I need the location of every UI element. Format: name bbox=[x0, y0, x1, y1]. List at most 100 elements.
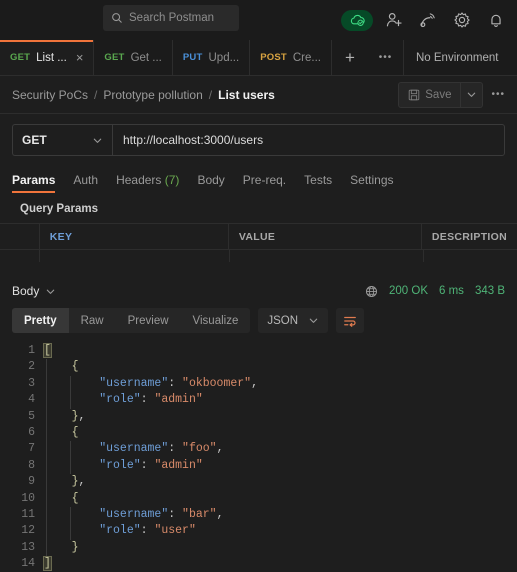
gear-icon[interactable] bbox=[449, 7, 475, 33]
save-button[interactable]: Save bbox=[398, 81, 462, 108]
code-token: , bbox=[251, 376, 258, 390]
line-number: 1 bbox=[28, 344, 35, 357]
row-description-cell[interactable] bbox=[424, 250, 517, 262]
breadcrumb-bar: Security PoCs / Prototype pollution / Li… bbox=[0, 76, 517, 114]
tab-settings[interactable]: Settings bbox=[350, 173, 393, 193]
wrap-text-button[interactable] bbox=[336, 308, 365, 333]
environment-selector[interactable]: No Environment bbox=[404, 40, 510, 75]
code-text: { bbox=[44, 359, 79, 376]
response-view-bar: Pretty Raw Preview Visualize JSON bbox=[0, 304, 517, 339]
select-all-cell[interactable] bbox=[0, 224, 40, 250]
column-header-value: VALUE bbox=[228, 224, 422, 250]
code-token: , bbox=[78, 475, 86, 489]
code-token: "role" bbox=[99, 458, 141, 472]
request-tab-2[interactable]: PUT Upd... bbox=[173, 40, 251, 75]
code-token: "admin" bbox=[154, 393, 203, 407]
code-line: 10 { bbox=[0, 490, 517, 507]
indent-guide bbox=[46, 457, 47, 475]
indent-guide bbox=[46, 392, 47, 409]
code-token: "bar" bbox=[182, 507, 217, 521]
search-input[interactable]: Search Postman bbox=[103, 5, 239, 31]
close-icon[interactable]: × bbox=[76, 50, 84, 65]
cloud-sync-status-icon[interactable] bbox=[341, 9, 373, 31]
request-tab-0[interactable]: GET List ... × bbox=[0, 40, 95, 75]
chevron-down-icon bbox=[468, 92, 476, 97]
code-token: , bbox=[78, 409, 86, 423]
tab-params[interactable]: Params bbox=[12, 173, 56, 193]
save-options-button[interactable] bbox=[461, 81, 484, 108]
indent-guide bbox=[70, 375, 71, 393]
row-value-cell[interactable] bbox=[230, 250, 424, 262]
tab-method-1: GET bbox=[104, 52, 125, 63]
code-text: "role": "admin" bbox=[44, 457, 203, 475]
response-format-selector[interactable]: JSON bbox=[258, 308, 329, 333]
request-tab-1[interactable]: GET Get ... bbox=[94, 40, 173, 75]
view-tab-pretty[interactable]: Pretty bbox=[12, 308, 69, 333]
indent-guide bbox=[46, 490, 47, 507]
code-line: 9 }, bbox=[0, 474, 517, 491]
top-bar: Search Postman bbox=[0, 0, 517, 40]
tab-options-button[interactable]: ••• bbox=[368, 40, 404, 75]
satellite-icon[interactable] bbox=[415, 7, 441, 33]
response-body-selector[interactable]: Body bbox=[12, 284, 56, 298]
bell-icon[interactable] bbox=[483, 7, 509, 33]
status-badge: 200 OK bbox=[389, 285, 429, 297]
request-more-options-button[interactable]: ••• bbox=[483, 89, 505, 100]
tab-auth[interactable]: Auth bbox=[73, 173, 98, 193]
code-text: "username": "bar", bbox=[44, 506, 223, 524]
code-token: "admin" bbox=[154, 458, 203, 472]
view-tab-raw[interactable]: Raw bbox=[69, 308, 116, 333]
tab-method-3: POST bbox=[260, 52, 287, 63]
tab-body[interactable]: Body bbox=[197, 173, 224, 193]
indent-guide bbox=[70, 441, 71, 458]
response-body-code[interactable]: 1[2 {3 "username": "okboomer", 4 "role": … bbox=[0, 339, 517, 572]
invite-person-icon[interactable] bbox=[381, 7, 407, 33]
code-line: 6 { bbox=[0, 424, 517, 442]
globe-icon[interactable] bbox=[365, 285, 378, 298]
tab-prerequest[interactable]: Pre-req. bbox=[243, 173, 286, 193]
breadcrumb-item-0[interactable]: Security PoCs bbox=[12, 88, 88, 102]
wrap-text-icon bbox=[344, 316, 356, 327]
save-button-label: Save bbox=[425, 88, 452, 101]
url-input[interactable]: http://localhost:3000/users bbox=[112, 124, 505, 156]
line-number: 9 bbox=[28, 475, 35, 489]
tab-tests[interactable]: Tests bbox=[304, 173, 332, 193]
code-text: "role": "user" bbox=[44, 523, 196, 540]
new-tab-button[interactable]: + bbox=[332, 40, 368, 75]
code-token: : bbox=[168, 442, 183, 456]
code-token: : bbox=[168, 376, 183, 390]
tab-headers[interactable]: Headers (7) bbox=[116, 173, 179, 193]
view-tab-visualize[interactable]: Visualize bbox=[181, 308, 251, 333]
table-header-row: KEY VALUE DESCRIPTION bbox=[0, 224, 517, 250]
code-text: ] bbox=[43, 556, 52, 572]
view-tab-preview[interactable]: Preview bbox=[116, 308, 181, 333]
url-value: http://localhost:3000/users bbox=[123, 133, 264, 147]
line-number: 14 bbox=[21, 557, 35, 571]
query-params-title: Query Params bbox=[20, 203, 98, 215]
row-key-cell[interactable] bbox=[40, 250, 230, 262]
chevron-down-icon bbox=[309, 318, 318, 323]
request-tab-3[interactable]: POST Cre... bbox=[250, 40, 332, 75]
breadcrumb-item-1[interactable]: Prototype pollution bbox=[103, 88, 202, 102]
chevron-down-icon bbox=[93, 138, 102, 143]
request-tab-strip: GET List ... × GET Get ... PUT Upd... PO… bbox=[0, 40, 517, 76]
response-size: 343 B bbox=[474, 285, 505, 297]
code-line: 5 }, bbox=[0, 408, 517, 425]
indent-guide bbox=[46, 506, 47, 524]
code-token: { bbox=[71, 360, 79, 374]
row-checkbox-cell[interactable] bbox=[0, 250, 40, 262]
code-text: { bbox=[44, 424, 79, 442]
code-token: "username" bbox=[99, 442, 169, 456]
tab-method-0: GET bbox=[10, 52, 31, 63]
table-row[interactable] bbox=[0, 250, 517, 276]
method-selector[interactable]: GET bbox=[12, 124, 112, 156]
line-number: 5 bbox=[28, 409, 35, 423]
code-token: ] bbox=[43, 556, 52, 572]
code-line: 14] bbox=[0, 556, 517, 572]
code-token: "username" bbox=[99, 376, 169, 390]
code-line: 12 "role": "user" bbox=[0, 523, 517, 540]
line-number: 7 bbox=[28, 442, 35, 456]
line-number: 6 bbox=[28, 425, 35, 439]
breadcrumb-actions: Save ••• bbox=[398, 81, 505, 108]
code-token: "foo" bbox=[182, 442, 217, 456]
